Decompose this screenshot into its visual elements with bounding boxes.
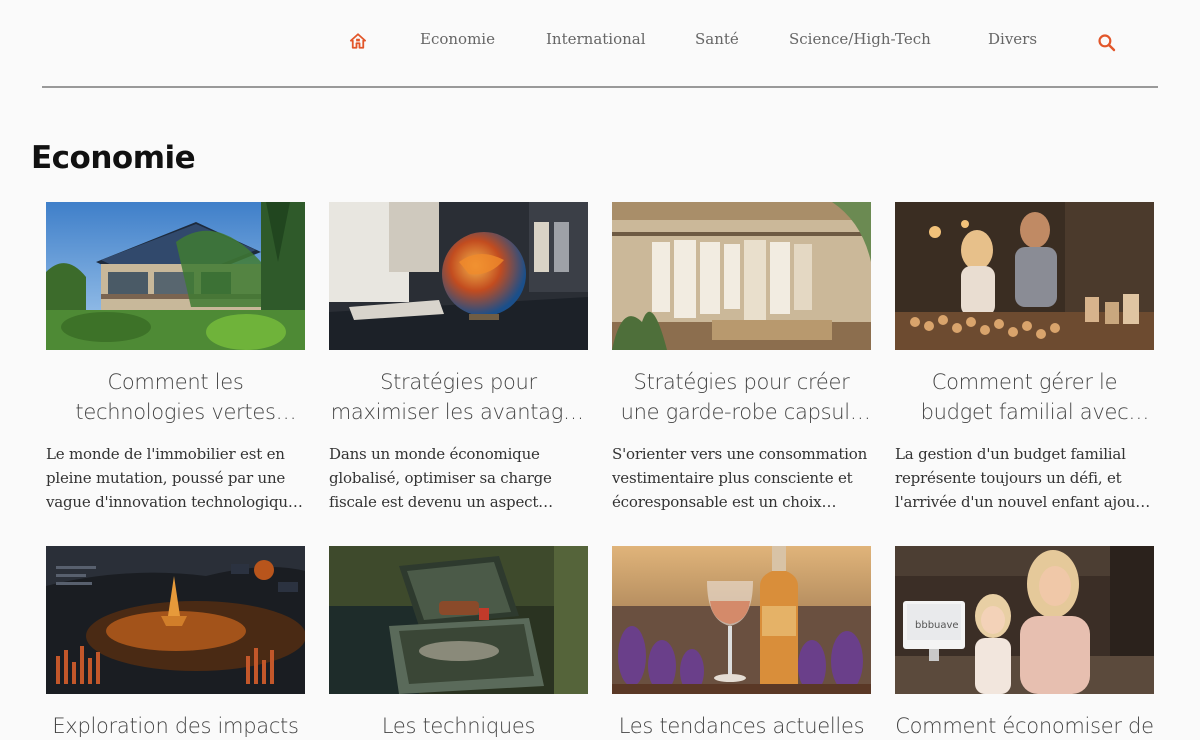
article-card: Stratégies pour créer une garde-robe cap… <box>612 202 871 514</box>
article-excerpt: Dans un monde économique globalisé, opti… <box>329 445 552 511</box>
article-card: bbbuave Comment économiser de <box>895 546 1154 740</box>
section-title: Economie <box>31 140 196 176</box>
article-image-mother-daughter[interactable]: bbbuave <box>895 546 1154 694</box>
nav-divider <box>42 86 1158 88</box>
main-nav: Economie International Santé Science/Hig… <box>0 0 1200 86</box>
article-card: Comment les technologies vertes transfor… <box>46 202 305 514</box>
article-excerpt: Le monde de l'immobilier est en pleine m… <box>46 445 297 511</box>
article-image-dashboard-city[interactable] <box>46 546 305 694</box>
article-title[interactable]: Stratégies pour maximiser les avantages … <box>329 367 588 427</box>
home-icon[interactable] <box>349 32 367 50</box>
article-card: Stratégies pour maximiser les avantages … <box>329 202 588 514</box>
article-title[interactable]: Exploration des impacts <box>46 711 305 740</box>
article-card: Comment gérer le budget familial avec l'… <box>895 202 1154 514</box>
article-excerpt: La gestion d'un budget familial représen… <box>895 445 1150 511</box>
article-excerpt: S'orienter vers une consommation vestime… <box>612 445 868 511</box>
article-title[interactable]: Comment gérer le budget familial avec l'… <box>895 367 1154 427</box>
article-title[interactable]: Stratégies pour créer une garde-robe cap… <box>612 367 871 427</box>
article-image-wardrobe[interactable] <box>612 202 871 350</box>
nav-item-sante[interactable]: Santé <box>695 30 739 48</box>
nav-item-economie[interactable]: Economie <box>420 30 495 48</box>
article-card: Les techniques <box>329 546 588 740</box>
article-card: Les tendances actuelles <box>612 546 871 740</box>
article-card: Exploration des impacts <box>46 546 305 740</box>
article-title[interactable]: Les tendances actuelles <box>612 711 871 740</box>
article-image-forest-case[interactable] <box>329 546 588 694</box>
article-image-green-house[interactable] <box>46 202 305 350</box>
article-image-globe[interactable] <box>329 202 588 350</box>
svg-text:bbbuave: bbbuave <box>915 620 959 631</box>
article-title[interactable]: Comment économiser de <box>895 711 1154 740</box>
nav-item-international[interactable]: International <box>546 30 646 48</box>
nav-item-science-high-tech[interactable]: Science/High-Tech <box>789 30 931 48</box>
article-image-family[interactable] <box>895 202 1154 350</box>
article-title[interactable]: Comment les technologies vertes transfor… <box>46 367 305 427</box>
search-icon[interactable] <box>1097 33 1116 52</box>
article-title[interactable]: Les techniques <box>329 711 588 740</box>
article-image-wine-lavender[interactable] <box>612 546 871 694</box>
nav-item-divers[interactable]: Divers <box>988 30 1037 48</box>
